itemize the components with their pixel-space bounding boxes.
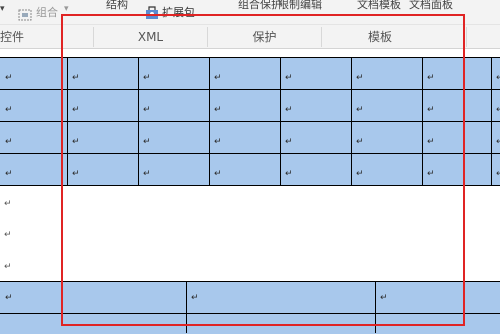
paragraph-mark: ↵: [4, 262, 12, 272]
cell-paragraph-mark[interactable]: ↵: [496, 73, 500, 83]
group-icon: [18, 6, 32, 25]
cell-paragraph-mark[interactable]: ↵: [496, 169, 500, 179]
ribbon-partial-label-2: 组合保护: [238, 0, 282, 11]
cell-paragraph-mark[interactable]: ↵: [5, 137, 13, 147]
cell-paragraph-mark[interactable]: ↵: [5, 73, 13, 83]
ribbon-partial-label-1: 结构: [106, 0, 128, 11]
cell-paragraph-mark[interactable]: ↵: [5, 105, 13, 115]
combine-dropdown-arrow-icon[interactable]: ▾: [64, 4, 69, 14]
group-combine-button[interactable]: 组合: [36, 4, 58, 20]
cell-paragraph-mark[interactable]: ↵: [5, 169, 13, 179]
cell-paragraph-mark[interactable]: ↵: [496, 105, 500, 115]
ribbon-partial-label-5: 文档面板: [409, 0, 453, 11]
tab-controls[interactable]: 控件: [0, 25, 40, 49]
highlight-box: [61, 14, 465, 326]
tab-separator: [466, 27, 467, 47]
ribbon-partial-label-3: 限制编辑: [278, 0, 322, 11]
dropdown-arrow-icon[interactable]: ▾: [0, 4, 5, 14]
paragraph-mark: ↵: [4, 199, 12, 209]
paragraph-mark: ↵: [4, 230, 12, 240]
ribbon-partial-label-4: 文档模板: [357, 0, 401, 11]
cell-paragraph-mark[interactable]: ↵: [5, 293, 13, 303]
cell-paragraph-mark[interactable]: ↵: [496, 137, 500, 147]
